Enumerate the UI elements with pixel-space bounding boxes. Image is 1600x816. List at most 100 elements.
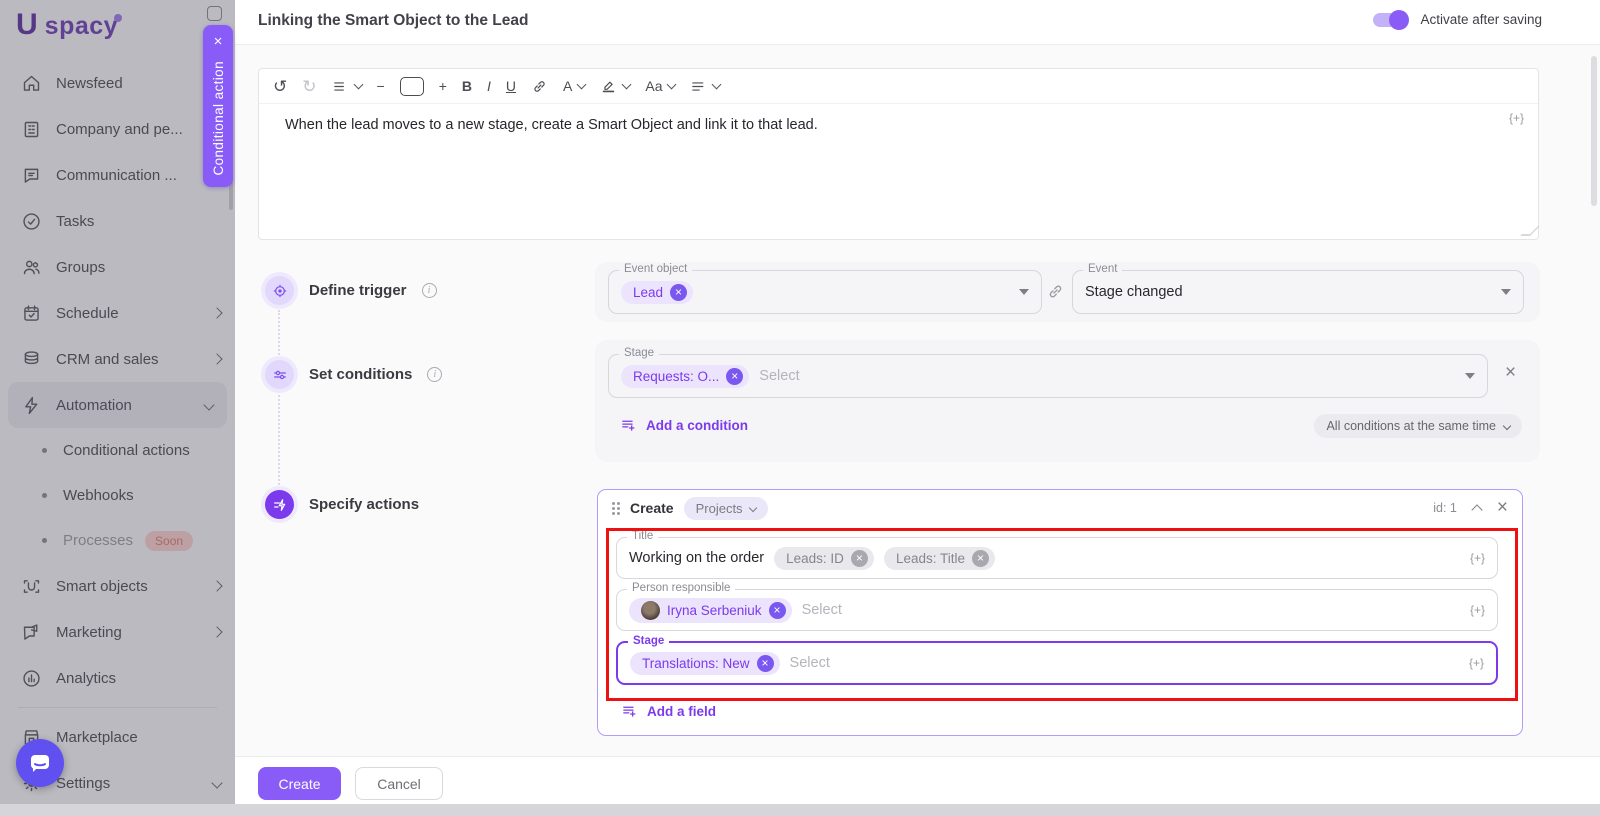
sidebar-item-newsfeed[interactable]: Newsfeed bbox=[0, 60, 235, 106]
description-editor[interactable]: ↺ ↻ − + B I U A Aa When the lead moves t… bbox=[258, 68, 1539, 240]
close-icon[interactable]: × bbox=[214, 34, 223, 49]
sidebar-item-conditional-actions[interactable]: Conditional actions bbox=[0, 428, 235, 473]
chat-launcher-button[interactable] bbox=[16, 739, 64, 787]
sidebar-item-groups[interactable]: Groups bbox=[0, 244, 235, 290]
toggle-knob bbox=[1389, 10, 1409, 30]
highlight-color-button[interactable] bbox=[600, 78, 630, 95]
chevron-down-icon bbox=[748, 504, 756, 512]
info-icon[interactable]: i bbox=[422, 283, 437, 298]
insert-variable-token[interactable]: {+} bbox=[1470, 551, 1485, 565]
remove-chip-icon[interactable]: × bbox=[851, 550, 868, 567]
chevron-down-icon bbox=[353, 79, 363, 89]
main-scrollbar[interactable] bbox=[1591, 56, 1597, 206]
sidebar-divider bbox=[18, 707, 217, 708]
add-condition-button[interactable]: Add a condition bbox=[620, 417, 748, 434]
sidebar-item-smart-objects[interactable]: Smart objects bbox=[0, 563, 235, 609]
line-spacing-icon[interactable] bbox=[332, 78, 362, 95]
dropdown-caret-icon[interactable] bbox=[1465, 373, 1475, 379]
redo-icon[interactable]: ↻ bbox=[302, 78, 316, 95]
drag-handle-icon[interactable] bbox=[612, 502, 620, 515]
sidebar-item-automation[interactable]: Automation bbox=[8, 382, 227, 428]
select-placeholder: Select bbox=[802, 602, 842, 618]
activate-toggle[interactable] bbox=[1373, 13, 1407, 27]
person-chip: Iryna Serbeniuk × bbox=[629, 598, 792, 623]
title-field[interactable]: Title Working on the order Leads: ID × L… bbox=[616, 537, 1498, 579]
select-placeholder: Select bbox=[759, 368, 799, 384]
resize-handle[interactable] bbox=[1520, 226, 1540, 236]
conditions-panel: Stage Requests: O... × Select × Add a co… bbox=[595, 340, 1540, 462]
conditional-action-tab[interactable]: × Conditional action bbox=[203, 25, 233, 187]
select-placeholder: Select bbox=[790, 655, 830, 671]
sidebar-item-marketing[interactable]: Marketing bbox=[0, 609, 235, 655]
conditions-mode-select[interactable]: All conditions at the same time bbox=[1314, 414, 1522, 438]
remove-chip-icon[interactable]: × bbox=[670, 284, 687, 301]
dropdown-caret-icon[interactable] bbox=[1501, 289, 1511, 295]
brand-logo[interactable]: U spacy bbox=[16, 8, 118, 42]
add-field-button[interactable]: Add a field bbox=[621, 703, 716, 720]
page-title: Linking the Smart Object to the Lead bbox=[258, 12, 528, 30]
list-plus-icon bbox=[621, 703, 638, 720]
text-color-button[interactable]: A bbox=[563, 79, 585, 93]
create-button[interactable]: Create bbox=[258, 767, 341, 800]
conditions-icon bbox=[265, 360, 294, 389]
stage-field[interactable]: Stage Translations: New × Select {+} bbox=[616, 641, 1498, 685]
insert-variable-token[interactable]: {+} bbox=[1509, 111, 1524, 125]
leads-id-chip: Leads: ID × bbox=[774, 547, 874, 570]
remove-chip-icon[interactable]: × bbox=[726, 368, 743, 385]
sidebar-item-tasks[interactable]: Tasks bbox=[0, 198, 235, 244]
increase-font-icon[interactable]: + bbox=[439, 79, 447, 93]
chevron-down-icon bbox=[203, 399, 214, 410]
chevron-down-icon bbox=[577, 79, 587, 89]
underline-button[interactable]: U bbox=[506, 79, 516, 93]
info-icon[interactable]: i bbox=[427, 367, 442, 382]
activate-toggle-group: Activate after saving bbox=[1373, 12, 1542, 27]
decrease-font-icon[interactable]: − bbox=[377, 79, 385, 93]
person-responsible-field[interactable]: Person responsible Iryna Serbeniuk × Sel… bbox=[616, 589, 1498, 631]
sidebar-item-crm[interactable]: CRM and sales bbox=[0, 336, 235, 382]
insert-variable-token[interactable]: {+} bbox=[1470, 603, 1485, 617]
step-connector bbox=[278, 395, 280, 485]
task-check-icon bbox=[20, 210, 42, 232]
condition-stage-field[interactable]: Stage Requests: O... × Select bbox=[608, 354, 1488, 398]
bolt-icon bbox=[20, 394, 42, 416]
undo-icon[interactable]: ↺ bbox=[273, 78, 287, 95]
chevron-down-icon bbox=[667, 79, 677, 89]
event-object-field[interactable]: Event object Lead × bbox=[608, 270, 1042, 314]
sidebar-item-communication[interactable]: Communication ... bbox=[0, 152, 235, 198]
database-icon bbox=[20, 348, 42, 370]
condition-stage-chip: Requests: O... × bbox=[621, 365, 749, 388]
event-value: Stage changed bbox=[1085, 284, 1183, 300]
soon-badge: Soon bbox=[145, 531, 193, 551]
remove-chip-icon[interactable]: × bbox=[769, 602, 786, 619]
chevron-right-icon bbox=[211, 353, 222, 364]
font-size-box[interactable] bbox=[400, 77, 424, 96]
sidebar-item-analytics[interactable]: Analytics bbox=[0, 655, 235, 701]
italic-button[interactable]: I bbox=[487, 79, 491, 93]
remove-chip-icon[interactable]: × bbox=[972, 550, 989, 567]
dropdown-caret-icon[interactable] bbox=[1019, 289, 1029, 295]
remove-action-icon[interactable]: × bbox=[1497, 497, 1508, 519]
action-object-select[interactable]: Projects bbox=[684, 497, 768, 520]
editor-content[interactable]: When the lead moves to a new stage, crea… bbox=[259, 104, 1538, 146]
insert-variable-token[interactable]: {+} bbox=[1469, 656, 1484, 670]
sidebar-item-processes: Processes Soon bbox=[0, 518, 235, 563]
collapse-card-icon[interactable] bbox=[1471, 504, 1482, 515]
event-object-chip: Lead × bbox=[621, 281, 693, 304]
link-icon[interactable] bbox=[531, 78, 548, 95]
step-set-conditions: Set conditions i bbox=[265, 360, 442, 389]
chat-icon bbox=[20, 164, 42, 186]
chevron-right-icon bbox=[211, 307, 222, 318]
event-field[interactable]: Event Stage changed bbox=[1072, 270, 1524, 314]
sidebar-collapse-icon[interactable] bbox=[207, 6, 222, 21]
cancel-button[interactable]: Cancel bbox=[355, 767, 443, 800]
remove-chip-icon[interactable]: × bbox=[757, 655, 774, 672]
remove-condition-icon[interactable]: × bbox=[1505, 362, 1516, 384]
text-case-button[interactable]: Aa bbox=[645, 79, 675, 93]
sidebar-item-schedule[interactable]: Schedule bbox=[0, 290, 235, 336]
sidebar-item-company[interactable]: Company and pe... bbox=[0, 106, 235, 152]
bold-button[interactable]: B bbox=[462, 79, 472, 93]
tab-label: Conditional action bbox=[211, 61, 226, 176]
avatar bbox=[641, 601, 660, 620]
sidebar-item-webhooks[interactable]: Webhooks bbox=[0, 473, 235, 518]
align-button[interactable] bbox=[690, 78, 720, 95]
